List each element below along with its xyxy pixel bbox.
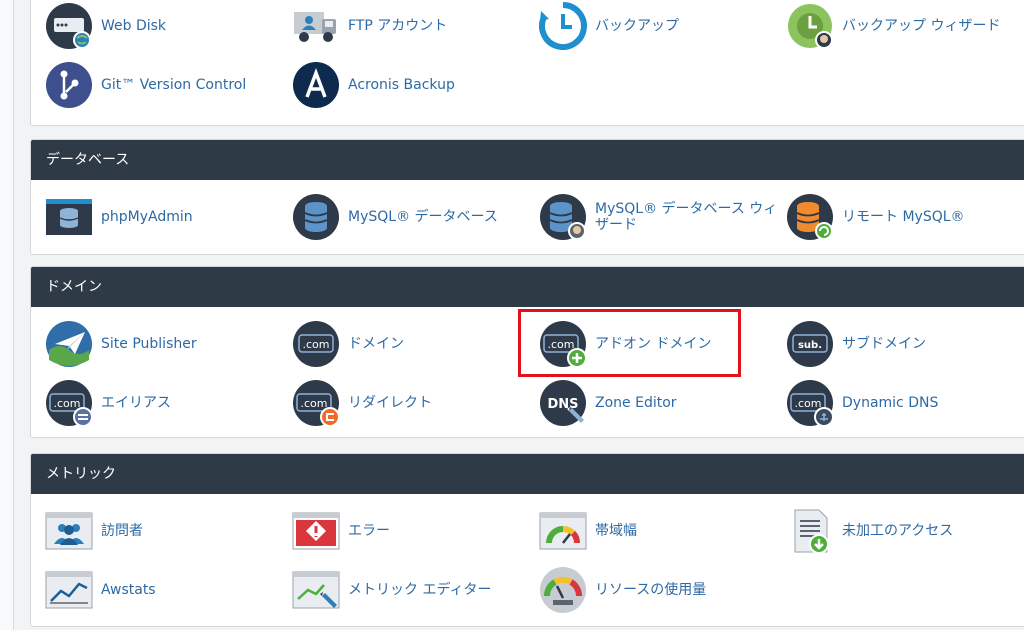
- database-wizard-icon: [539, 193, 587, 241]
- item-label: Acronis Backup: [348, 77, 455, 93]
- item-label: メトリック エディター: [348, 582, 492, 598]
- item-label: バックアップ: [595, 18, 679, 34]
- left-rail: [0, 0, 14, 630]
- backup-wizard-icon: [786, 2, 834, 50]
- awstats-chart-icon: [45, 566, 93, 614]
- item-label: エイリアス: [101, 395, 171, 411]
- alias-icon: .com: [45, 379, 93, 427]
- domain-com-icon: .com: [292, 320, 340, 368]
- item-web-disk[interactable]: Web Disk: [45, 1, 166, 51]
- databases-panel: データベース phpMyAdmin MySQL® データベース MySQL® デ…: [30, 139, 1024, 255]
- item-label: バックアップ ウィザード: [842, 18, 1001, 34]
- item-label: Dynamic DNS: [842, 395, 939, 411]
- item-label: MySQL® データベース ウィザード: [595, 201, 778, 233]
- badge-text: .com: [303, 338, 330, 351]
- badge-text: sub.: [798, 340, 822, 351]
- item-awstats[interactable]: Awstats: [45, 565, 156, 615]
- badge-text: .com: [54, 397, 81, 410]
- item-errors[interactable]: エラー: [292, 506, 390, 556]
- item-label: アドオン ドメイン: [595, 336, 712, 352]
- zone-editor-icon: DNS: [539, 379, 587, 427]
- item-aliases[interactable]: .com エイリアス: [45, 378, 171, 428]
- item-raw-access[interactable]: 未加工のアクセス: [786, 506, 953, 556]
- item-visitors[interactable]: 訪問者: [45, 506, 143, 556]
- metrics-editor-icon: [292, 566, 340, 614]
- badge-text: .com: [795, 397, 822, 410]
- git-branch-icon: [45, 61, 93, 109]
- item-label: Site Publisher: [101, 336, 197, 352]
- badge-text: DNS: [547, 397, 578, 412]
- web-disk-icon: [45, 2, 93, 50]
- item-addon-domains[interactable]: .com アドオン ドメイン: [539, 319, 711, 369]
- ftp-truck-icon: [292, 2, 340, 50]
- badge-text: .com: [548, 338, 575, 351]
- item-label: リソースの使用量: [595, 582, 707, 598]
- item-label: FTP アカウント: [348, 18, 448, 34]
- item-label: ドメイン: [348, 336, 404, 352]
- item-subdomains[interactable]: sub. サブドメイン: [786, 319, 926, 369]
- bandwidth-gauge-icon: [539, 507, 587, 555]
- item-zone-editor[interactable]: DNS Zone Editor: [539, 378, 677, 428]
- errors-icon: [292, 507, 340, 555]
- addon-domain-icon: .com: [539, 320, 587, 368]
- phpmyadmin-icon: [45, 193, 93, 241]
- item-ftp-accounts[interactable]: FTP アカウント: [292, 1, 447, 51]
- item-bandwidth[interactable]: 帯域幅: [539, 506, 637, 556]
- badge-text: .com: [301, 397, 328, 410]
- item-domains[interactable]: .com ドメイン: [292, 319, 404, 369]
- item-remote-mysql[interactable]: リモート MySQL®: [786, 192, 965, 242]
- subdomain-icon: sub.: [786, 320, 834, 368]
- item-label: MySQL® データベース: [348, 209, 498, 225]
- item-label: リダイレクト: [348, 395, 432, 411]
- item-site-publisher[interactable]: Site Publisher: [45, 319, 197, 369]
- resource-usage-icon: [539, 566, 587, 614]
- files-panel: Web Disk FTP アカウント バックアップ バックアップ ウィザード G…: [30, 0, 1024, 126]
- backup-clock-icon: [539, 2, 587, 50]
- redirect-icon: .com: [292, 379, 340, 427]
- item-redirects[interactable]: .com リダイレクト: [292, 378, 432, 428]
- item-git[interactable]: Git™ Version Control: [45, 60, 246, 110]
- item-dynamic-dns[interactable]: .com Dynamic DNS: [786, 378, 938, 428]
- item-label: 帯域幅: [595, 523, 637, 539]
- metrics-panel: メトリック 訪問者 エラー 帯域幅 未加工のアクセス Awstats メトリック…: [30, 453, 1024, 627]
- panel-title: データベース: [31, 140, 1024, 180]
- item-label: Web Disk: [101, 18, 167, 34]
- item-label: エラー: [348, 523, 390, 539]
- item-backup-wizard[interactable]: バックアップ ウィザード: [786, 1, 1000, 51]
- remote-database-icon: [786, 193, 834, 241]
- item-label: Git™ Version Control: [101, 77, 247, 93]
- item-label: 訪問者: [101, 523, 143, 539]
- item-label: 未加工のアクセス: [842, 523, 954, 539]
- panel-title: ドメイン: [31, 267, 1024, 307]
- item-mysql-wizard[interactable]: MySQL® データベース ウィザード: [539, 192, 785, 242]
- item-label: phpMyAdmin: [101, 209, 193, 225]
- item-metrics-editor[interactable]: メトリック エディター: [292, 565, 491, 615]
- item-label: サブドメイン: [842, 336, 926, 352]
- item-label: Awstats: [101, 582, 156, 598]
- item-backup[interactable]: バックアップ: [539, 1, 679, 51]
- item-resource-usage[interactable]: リソースの使用量: [539, 565, 706, 615]
- panel-title: メトリック: [31, 454, 1024, 494]
- database-icon: [292, 193, 340, 241]
- dynamic-dns-icon: .com: [786, 379, 834, 427]
- item-mysql-databases[interactable]: MySQL® データベース: [292, 192, 498, 242]
- visitors-icon: [45, 507, 93, 555]
- item-label: Zone Editor: [595, 395, 677, 411]
- item-phpmyadmin[interactable]: phpMyAdmin: [45, 192, 193, 242]
- item-label: リモート MySQL®: [842, 209, 965, 225]
- raw-access-icon: [786, 507, 834, 555]
- item-acronis[interactable]: Acronis Backup: [292, 60, 455, 110]
- site-publisher-icon: [45, 320, 93, 368]
- acronis-icon: [292, 61, 340, 109]
- domains-panel: ドメイン Site Publisher .com ドメイン .com アドオン …: [30, 266, 1024, 438]
